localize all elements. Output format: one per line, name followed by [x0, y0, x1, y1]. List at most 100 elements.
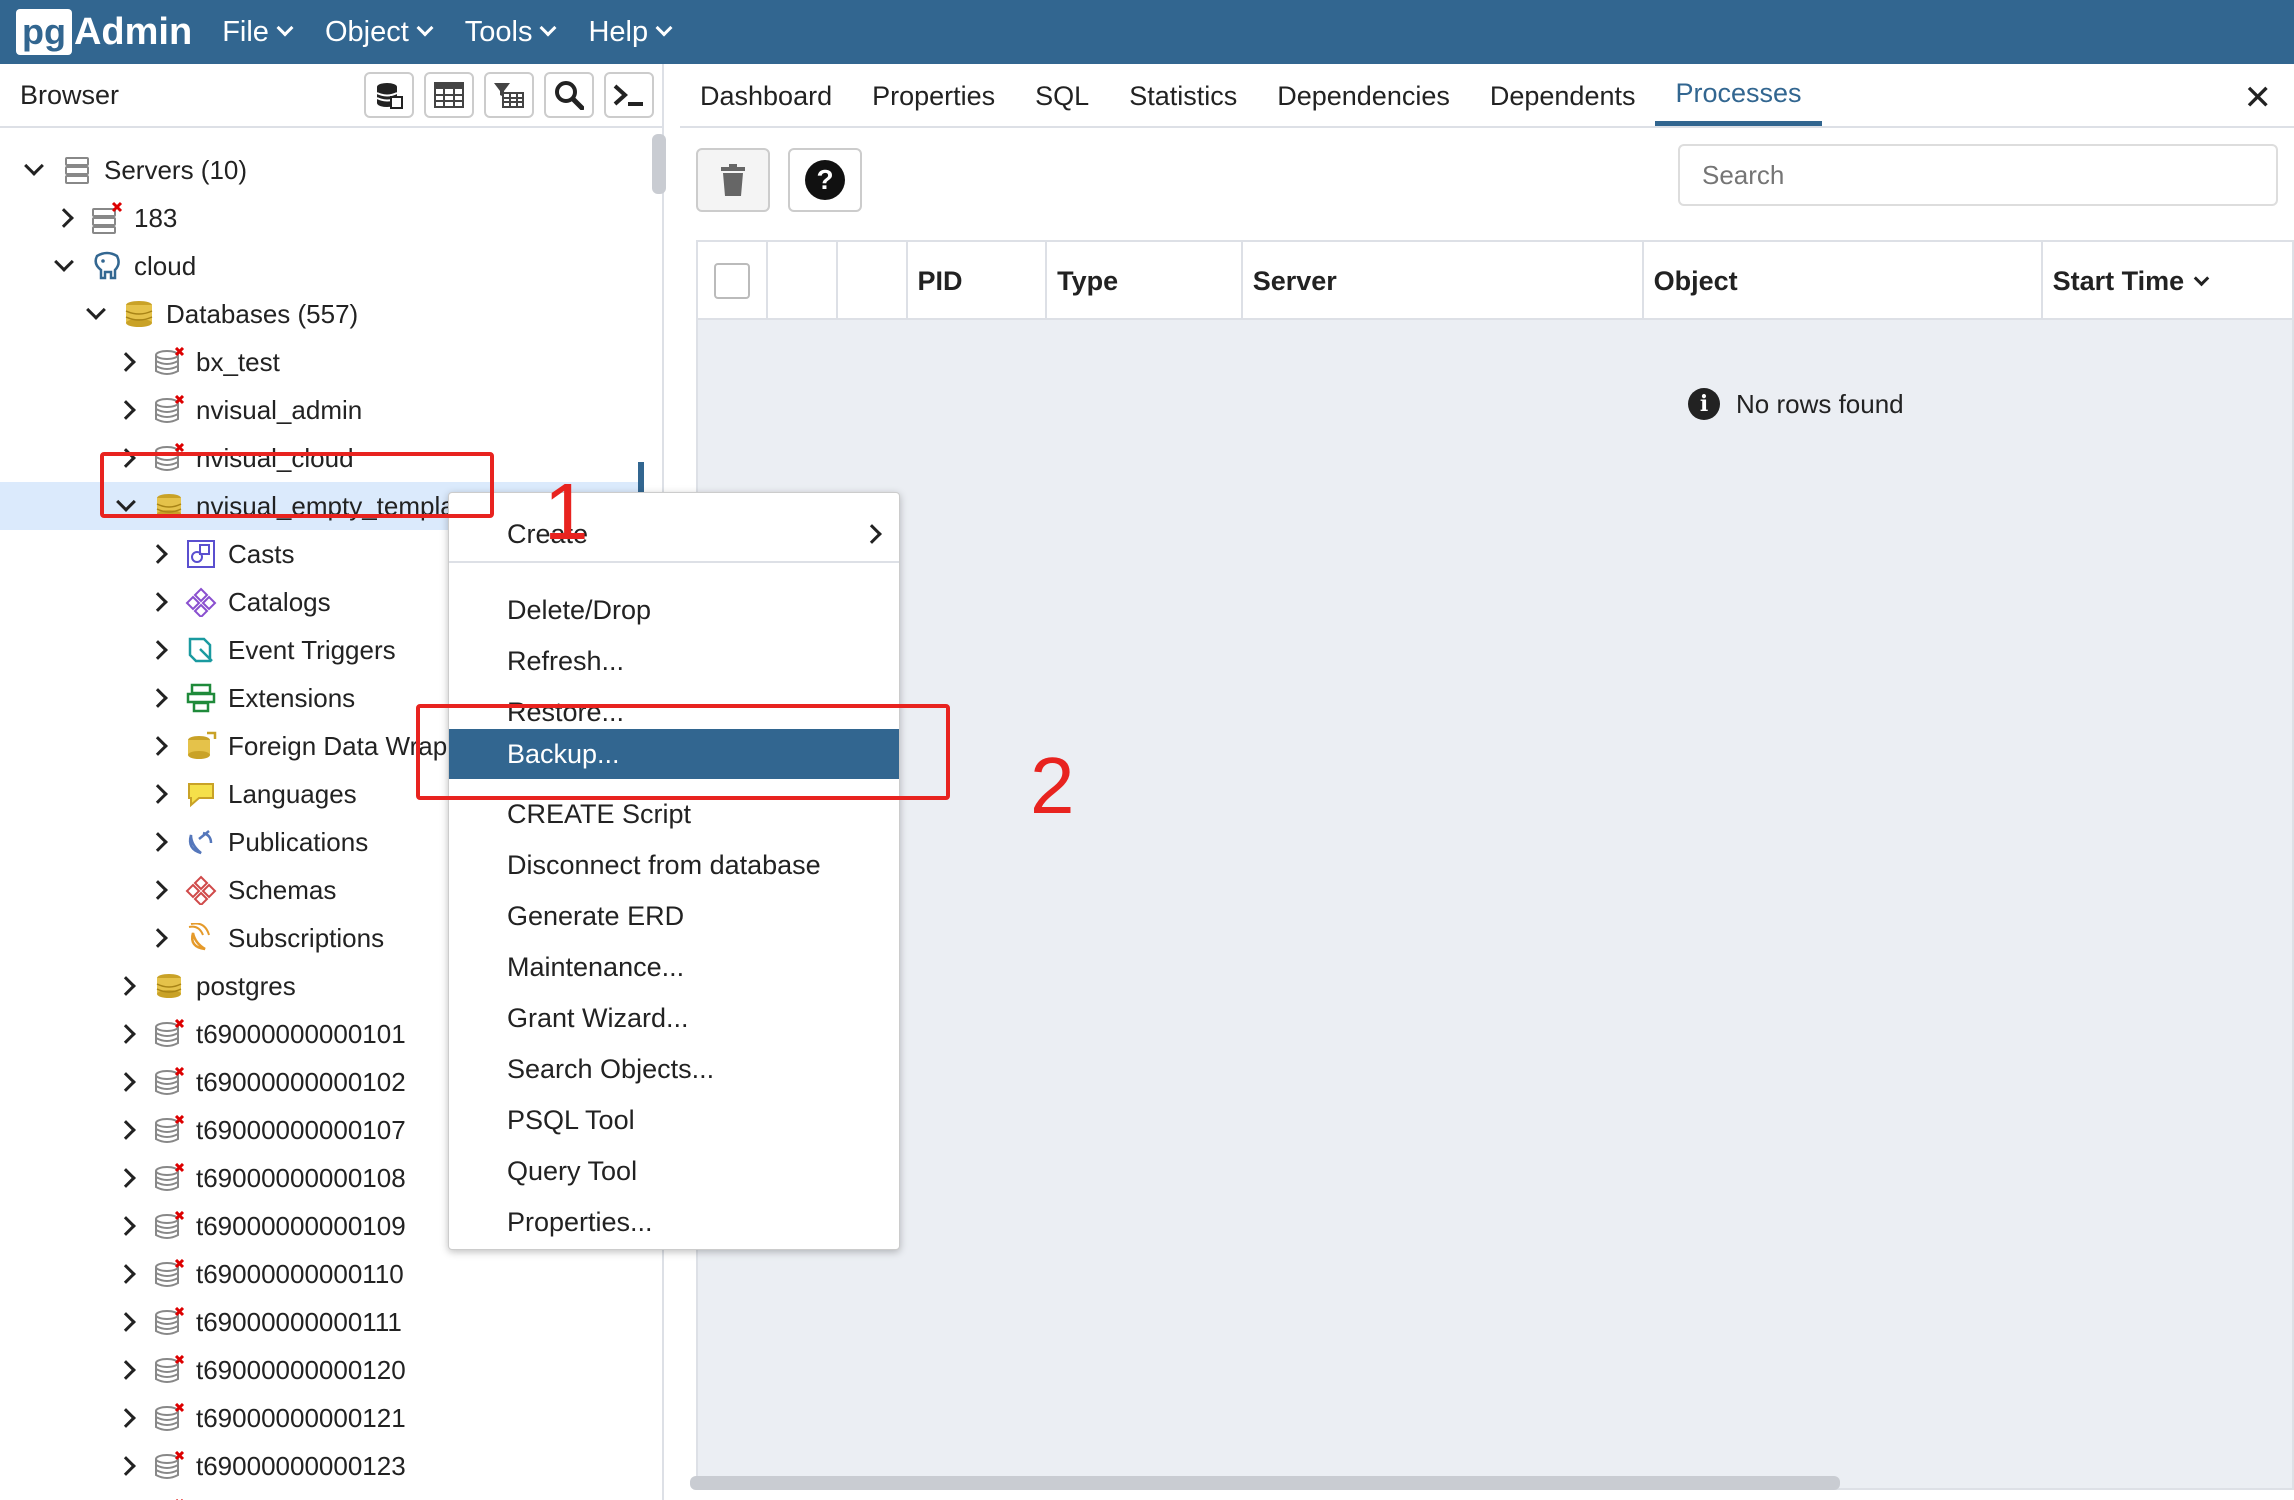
menu-item-psql-tool[interactable]: PSQL Tool — [449, 1095, 899, 1145]
tree-item-languages[interactable]: Languages — [142, 770, 357, 818]
tree-item-database[interactable]: t69000000000123 — [110, 1442, 406, 1490]
filtered-rows-button[interactable] — [484, 72, 534, 118]
object-explorer-button[interactable] — [364, 72, 414, 118]
tree-item-server-183[interactable]: 183 — [48, 194, 177, 242]
database-stack-icon — [376, 83, 403, 109]
chevron-right-icon[interactable] — [110, 1216, 142, 1236]
search-objects-button[interactable] — [544, 72, 594, 118]
tree-item-server-cloud[interactable]: cloud — [48, 242, 196, 290]
tab-dependencies[interactable]: Dependencies — [1257, 66, 1470, 126]
tab-dashboard[interactable]: Dashboard — [680, 66, 852, 126]
column-pid[interactable]: PID — [908, 242, 1048, 320]
chevron-right-icon[interactable] — [110, 1408, 142, 1428]
tab-statistics[interactable]: Statistics — [1109, 66, 1257, 126]
menu-help[interactable]: Help — [588, 16, 673, 49]
column-start-time[interactable]: Start Time — [2043, 242, 2292, 320]
tree-item-database[interactable]: t69000000000101 — [110, 1010, 406, 1058]
pgadmin-logo[interactable]: pg Admin — [16, 8, 192, 56]
tree-item-database[interactable]: t69000000000107 — [110, 1106, 406, 1154]
menu-item-delete-drop[interactable]: Delete/Drop — [449, 585, 899, 635]
database-disconnected-icon — [152, 1065, 186, 1099]
chevron-right-icon[interactable] — [110, 1072, 142, 1092]
chevron-right-icon[interactable] — [142, 688, 174, 708]
chevron-right-icon[interactable] — [48, 208, 80, 228]
tree-item-database[interactable]: t69000000000121 — [110, 1394, 406, 1442]
processes-toolbar: ? — [680, 128, 2294, 232]
tree-item-database[interactable]: nvisual_admin — [110, 386, 362, 434]
menu-item-refresh[interactable]: Refresh... — [449, 636, 899, 686]
tree-item-servers[interactable]: Servers (10) — [18, 146, 247, 194]
tree-item-catalogs[interactable]: Catalogs — [142, 578, 331, 626]
chevron-right-icon[interactable] — [110, 400, 142, 420]
menu-item-search-objects[interactable]: Search Objects... — [449, 1044, 899, 1094]
tree-item-schemas[interactable]: Schemas — [142, 866, 336, 914]
chevron-right-icon[interactable] — [142, 928, 174, 948]
menu-item-disconnect[interactable]: Disconnect from database — [449, 840, 899, 890]
menu-tools[interactable]: Tools — [464, 15, 557, 49]
chevron-down-icon[interactable] — [18, 156, 50, 176]
menu-file[interactable]: File — [222, 16, 294, 49]
chevron-right-icon[interactable] — [142, 736, 174, 756]
chevron-down-icon — [276, 19, 294, 37]
tree-item-publications[interactable]: Publications — [142, 818, 368, 866]
chevron-right-icon[interactable] — [142, 880, 174, 900]
chevron-right-icon[interactable] — [110, 1264, 142, 1284]
chevron-right-icon[interactable] — [110, 1120, 142, 1140]
column-server[interactable]: Server — [1243, 242, 1644, 320]
chevron-right-icon[interactable] — [142, 544, 174, 564]
chevron-right-icon[interactable] — [110, 352, 142, 372]
menu-item-create[interactable]: Create — [449, 509, 899, 559]
tree-item-extensions[interactable]: Extensions — [142, 674, 355, 722]
chevron-right-icon[interactable] — [110, 1024, 142, 1044]
tree-item-databases[interactable]: Databases (557) — [80, 290, 358, 338]
chevron-right-icon[interactable] — [142, 784, 174, 804]
tree-item-database[interactable]: t69000000000102 — [110, 1058, 406, 1106]
tree-item-casts[interactable]: Casts — [142, 530, 294, 578]
menu-item-generate-erd[interactable]: Generate ERD — [449, 891, 899, 941]
psql-tool-button[interactable] — [604, 72, 654, 118]
view-data-button[interactable] — [424, 72, 474, 118]
chevron-right-icon[interactable] — [142, 640, 174, 660]
column-object[interactable]: Object — [1644, 242, 2043, 320]
tree-item-database[interactable]: t69000000000109 — [110, 1202, 406, 1250]
delete-button[interactable] — [696, 148, 770, 212]
tab-processes[interactable]: Processes — [1655, 66, 1822, 126]
chevron-right-icon[interactable] — [110, 1360, 142, 1380]
help-button[interactable]: ? — [788, 148, 862, 212]
search-input[interactable] — [1678, 144, 2278, 206]
tree-item-label: nvisual_admin — [196, 394, 363, 425]
chevron-down-icon[interactable] — [48, 252, 80, 272]
chevron-right-icon[interactable] — [110, 1168, 142, 1188]
select-all-checkbox[interactable] — [713, 263, 750, 299]
tree-item-database[interactable]: t69000000000128 — [110, 1490, 406, 1500]
tree-item-event-triggers[interactable]: Event Triggers — [142, 626, 396, 674]
tree-scrollbar[interactable] — [652, 134, 666, 194]
chevron-right-icon[interactable] — [110, 976, 142, 996]
menu-item-maintenance[interactable]: Maintenance... — [449, 942, 899, 992]
close-icon[interactable]: ✕ — [2244, 78, 2273, 118]
column-type[interactable]: Type — [1047, 242, 1243, 320]
menu-object[interactable]: Object — [325, 16, 434, 49]
menu-item-grant-wizard[interactable]: Grant Wizard... — [449, 993, 899, 1043]
tree-item-database[interactable]: postgres — [110, 962, 296, 1010]
chevron-down-icon[interactable] — [80, 300, 112, 320]
horizontal-scrollbar[interactable] — [690, 1476, 1840, 1490]
tree-item-database[interactable]: bx_test — [110, 338, 280, 386]
tree-item-database[interactable]: t69000000000108 — [110, 1154, 406, 1202]
chevron-right-icon[interactable] — [110, 1312, 142, 1332]
tab-dependents[interactable]: Dependents — [1470, 66, 1656, 126]
chevron-right-icon[interactable] — [142, 592, 174, 612]
chevron-right-icon[interactable] — [142, 832, 174, 852]
chevron-right-icon[interactable] — [110, 1456, 142, 1476]
tree-item-subscriptions[interactable]: Subscriptions — [142, 914, 384, 962]
menu-item-query-tool[interactable]: Query Tool — [449, 1146, 899, 1196]
menu-item-properties[interactable]: Properties... — [449, 1197, 899, 1247]
tab-properties[interactable]: Properties — [852, 66, 1015, 126]
tree-item-database[interactable]: t69000000000120 — [110, 1346, 406, 1394]
languages-icon — [184, 777, 218, 811]
tree-item-database[interactable]: t69000000000110 — [110, 1250, 404, 1298]
tab-sql[interactable]: SQL — [1015, 66, 1109, 126]
menu-tools-label: Tools — [464, 15, 533, 48]
tree-item-database[interactable]: t69000000000111 — [110, 1298, 402, 1346]
terminal-icon — [613, 84, 643, 106]
